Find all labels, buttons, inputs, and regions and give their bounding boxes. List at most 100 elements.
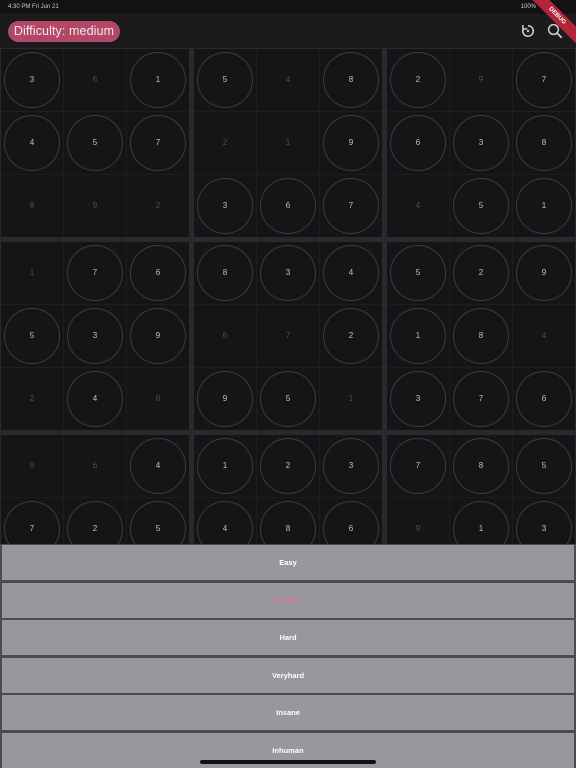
sudoku-cell[interactable]: 5 [1, 305, 63, 367]
sudoku-cell[interactable]: 8 [127, 368, 189, 430]
sudoku-cell[interactable]: 1 [450, 498, 512, 544]
sudoku-cell[interactable]: 7 [450, 368, 512, 430]
sudoku-cell[interactable]: 4 [257, 49, 319, 111]
sudoku-cell[interactable]: 8 [257, 498, 319, 544]
sudoku-cell[interactable]: 1 [513, 175, 575, 237]
cell-digit: 3 [92, 331, 98, 340]
cell-digit: 9 [478, 75, 484, 84]
sudoku-cell[interactable]: 4 [194, 498, 256, 544]
sudoku-cell[interactable]: 2 [320, 305, 382, 367]
sudoku-cell[interactable]: 6 [513, 368, 575, 430]
difficulty-option-insane[interactable]: Insane [2, 695, 574, 730]
sudoku-cell[interactable]: 6 [320, 498, 382, 544]
cell-digit: 9 [348, 138, 354, 147]
sudoku-cell[interactable]: 9 [127, 305, 189, 367]
sudoku-cell[interactable]: 4 [387, 175, 449, 237]
sudoku-cell[interactable]: 2 [64, 498, 126, 544]
cell-digit: 3 [285, 268, 291, 277]
sudoku-cell[interactable]: 9 [450, 49, 512, 111]
sudoku-cell[interactable]: 4 [64, 368, 126, 430]
sudoku-cell[interactable]: 6 [127, 242, 189, 304]
sudoku-cell[interactable]: 2 [450, 242, 512, 304]
sudoku-cell[interactable]: 9 [387, 498, 449, 544]
cell-digit: 4 [155, 461, 161, 470]
difficulty-option-hard[interactable]: Hard [2, 620, 574, 655]
sudoku-cell[interactable]: 2 [127, 175, 189, 237]
cell-digit: 5 [285, 394, 291, 403]
sudoku-cell[interactable]: 9 [320, 112, 382, 174]
sudoku-cell[interactable]: 7 [127, 112, 189, 174]
sudoku-cell[interactable]: 1 [194, 435, 256, 497]
sudoku-cell[interactable]: 8 [1, 175, 63, 237]
cell-digit: 4 [285, 75, 291, 84]
cell-digit: 3 [415, 394, 421, 403]
sudoku-cell[interactable]: 5 [64, 112, 126, 174]
sudoku-cell[interactable]: 5 [387, 242, 449, 304]
sudoku-cell[interactable]: 6 [64, 49, 126, 111]
reset-icon[interactable] [519, 22, 537, 40]
sudoku-cell[interactable]: 6 [64, 435, 126, 497]
sudoku-cell[interactable]: 9 [513, 242, 575, 304]
sudoku-cell[interactable]: 5 [513, 435, 575, 497]
cell-digit: 1 [29, 268, 35, 277]
sudoku-cell[interactable]: 1 [387, 305, 449, 367]
difficulty-option-medium[interactable]: Medium [2, 582, 574, 618]
sudoku-cell[interactable]: 4 [513, 305, 575, 367]
difficulty-option-easy[interactable]: Easy [2, 545, 574, 580]
cell-digit: 7 [92, 268, 98, 277]
sudoku-cell[interactable]: 5 [194, 49, 256, 111]
sudoku-cell[interactable]: 8 [194, 242, 256, 304]
sudoku-cell[interactable]: 1 [320, 368, 382, 430]
sudoku-cell[interactable]: 7 [1, 498, 63, 544]
sudoku-cell[interactable]: 2 [257, 435, 319, 497]
sudoku-cell[interactable]: 8 [450, 305, 512, 367]
sudoku-cell[interactable]: 7 [513, 49, 575, 111]
sudoku-cell[interactable]: 2 [194, 112, 256, 174]
difficulty-button[interactable]: Difficulty: medium [8, 21, 120, 42]
cell-digit: 8 [348, 75, 354, 84]
sudoku-cell[interactable]: 9 [64, 175, 126, 237]
sudoku-cell[interactable]: 3 [320, 435, 382, 497]
cell-digit: 8 [29, 201, 35, 210]
sudoku-cell[interactable]: 4 [320, 242, 382, 304]
sudoku-cell[interactable]: 9 [1, 435, 63, 497]
sudoku-cell[interactable]: 6 [257, 175, 319, 237]
sudoku-cell[interactable]: 3 [1, 49, 63, 111]
sudoku-cell[interactable]: 2 [387, 49, 449, 111]
sudoku-cell[interactable]: 8 [513, 112, 575, 174]
sudoku-cell[interactable]: 7 [257, 305, 319, 367]
sudoku-cell[interactable]: 6 [387, 112, 449, 174]
sudoku-cell[interactable]: 3 [64, 305, 126, 367]
sudoku-cell[interactable]: 4 [127, 435, 189, 497]
sudoku-cell[interactable]: 6 [194, 305, 256, 367]
sudoku-cell[interactable]: 7 [387, 435, 449, 497]
cell-digit: 4 [541, 331, 547, 340]
difficulty-sheet: Easy Medium Hard Veryhard Insane Inhuman [0, 544, 576, 768]
sudoku-cell[interactable]: 2 [1, 368, 63, 430]
sudoku-cell[interactable]: 4 [1, 112, 63, 174]
sudoku-cell[interactable]: 3 [257, 242, 319, 304]
cell-digit: 9 [222, 394, 228, 403]
cell-digit: 8 [285, 524, 291, 533]
sudoku-cell[interactable]: 5 [257, 368, 319, 430]
sudoku-cell[interactable]: 7 [64, 242, 126, 304]
sudoku-cell[interactable]: 9 [194, 368, 256, 430]
difficulty-option-veryhard[interactable]: Veryhard [2, 657, 574, 693]
sudoku-cell[interactable]: 1 [257, 112, 319, 174]
cell-digit: 7 [541, 75, 547, 84]
sudoku-cell[interactable]: 1 [1, 242, 63, 304]
sudoku-cell[interactable]: 1 [127, 49, 189, 111]
sudoku-cell[interactable]: 8 [450, 435, 512, 497]
cell-digit: 9 [415, 524, 421, 533]
sudoku-cell[interactable]: 3 [450, 112, 512, 174]
sudoku-cell[interactable]: 5 [127, 498, 189, 544]
sudoku-cell[interactable]: 3 [387, 368, 449, 430]
cell-digit: 7 [29, 524, 35, 533]
sudoku-cell[interactable]: 3 [194, 175, 256, 237]
sudoku-cell[interactable]: 3 [513, 498, 575, 544]
cell-digit: 4 [92, 394, 98, 403]
sudoku-cell[interactable]: 8 [320, 49, 382, 111]
cell-digit: 5 [415, 268, 421, 277]
sudoku-cell[interactable]: 5 [450, 175, 512, 237]
sudoku-cell[interactable]: 7 [320, 175, 382, 237]
